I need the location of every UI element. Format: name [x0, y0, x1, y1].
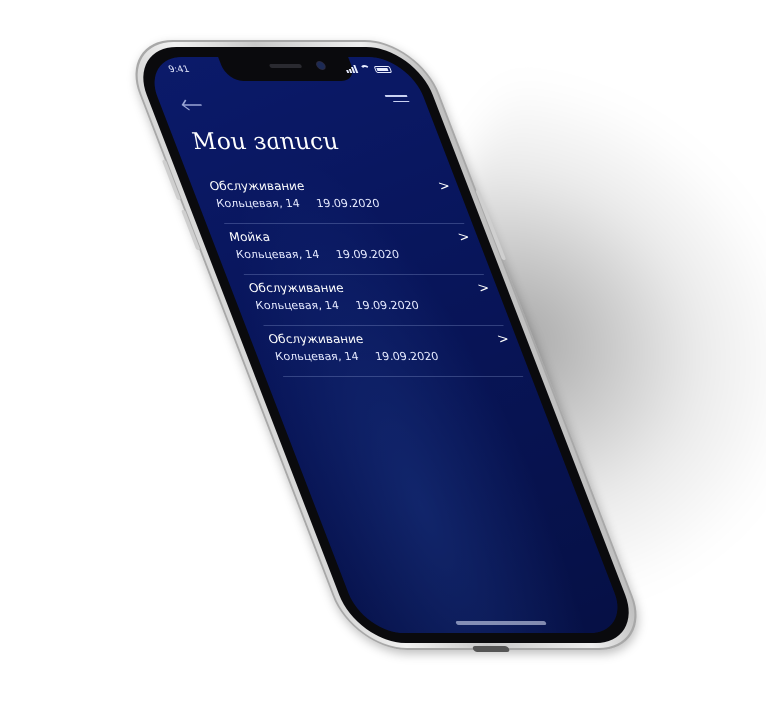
record-title: Обслуживание: [207, 179, 307, 193]
record-address: Кольцевая, 14: [272, 350, 362, 363]
notch: [218, 57, 358, 81]
record-address: Кольцевая, 14: [214, 197, 303, 210]
record-address: Кольцевая, 14: [233, 248, 322, 261]
page-title: Мои записи: [187, 129, 343, 155]
record-date: 19.09.2020: [333, 248, 402, 261]
wifi-icon: [359, 65, 372, 73]
phone-bezel: 9:41 Мои записи Обслуживание Кольцевая, …: [128, 47, 644, 643]
battery-icon: [373, 65, 393, 73]
phone-mockup: 9:41 Мои записи Обслуживание Кольцевая, …: [0, 0, 766, 696]
record-date: 19.09.2020: [314, 197, 383, 210]
record-row[interactable]: Обслуживание Кольцевая, 14 19.09.2020 >: [244, 275, 504, 326]
signal-icon: [344, 65, 359, 73]
record-row[interactable]: Мойка Кольцевая, 14 19.09.2020 >: [224, 224, 485, 275]
menu-icon: [384, 95, 408, 97]
record-title: Обслуживание: [246, 281, 347, 295]
home-indicator: [455, 621, 547, 625]
record-title: Мойка: [226, 230, 273, 244]
record-row[interactable]: Обслуживание Кольцевая, 14 19.09.2020 >: [263, 326, 524, 377]
record-title: Обслуживание: [265, 332, 366, 346]
status-icons: [344, 65, 393, 73]
phone-frame: 9:41 Мои записи Обслуживание Кольцевая, …: [118, 40, 654, 652]
record-row[interactable]: Обслуживание Кольцевая, 14 19.09.2020 >: [204, 173, 465, 224]
earpiece-speaker: [268, 64, 303, 68]
charging-port: [471, 646, 511, 652]
record-date: 19.09.2020: [353, 299, 422, 312]
record-address: Кольцевая, 14: [253, 299, 342, 312]
status-time: 9:41: [167, 65, 192, 75]
front-camera: [316, 62, 326, 69]
record-date: 19.09.2020: [372, 350, 441, 363]
app-screen: 9:41 Мои записи Обслуживание Кольцевая, …: [142, 57, 630, 633]
